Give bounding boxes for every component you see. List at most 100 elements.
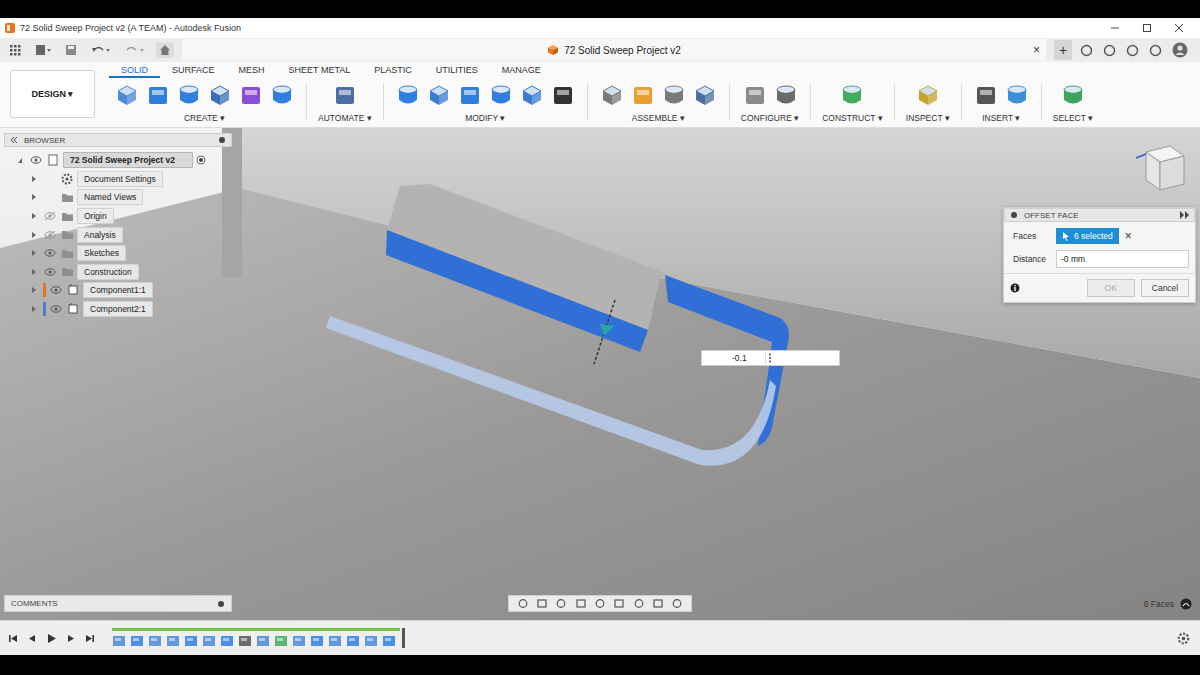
timeline-feature-icon[interactable]	[256, 634, 270, 648]
tool-icon[interactable]	[661, 82, 687, 108]
browser-item[interactable]: Named Views	[4, 188, 232, 207]
nav-tool-icon[interactable]	[594, 598, 606, 609]
timeline-feature-icon[interactable]	[148, 634, 162, 648]
browser-item[interactable]: Sketches	[4, 244, 232, 263]
pin-icon[interactable]	[217, 600, 225, 608]
distance-input[interactable]: -0.1	[701, 350, 840, 366]
playback-icon[interactable]	[27, 633, 38, 644]
collapse-icon[interactable]	[10, 136, 18, 144]
tool-icon[interactable]	[773, 82, 799, 108]
more-icon[interactable]	[766, 352, 774, 364]
expand-dialog-icon[interactable]	[1180, 211, 1189, 219]
save-button[interactable]	[62, 42, 80, 58]
tool-icon[interactable]	[207, 82, 233, 108]
browser-item-label[interactable]: Named Views	[77, 189, 143, 205]
info-icon[interactable]	[1010, 283, 1020, 293]
expand-icon[interactable]	[32, 176, 36, 182]
expand-icon[interactable]	[32, 269, 36, 275]
toolbar-tab[interactable]: PLASTIC	[362, 65, 424, 78]
dialog-button[interactable]: Cancel	[1141, 279, 1189, 297]
tool-group-label[interactable]: ASSEMBLE ▾	[632, 113, 685, 126]
timeline-feature-icon[interactable]	[274, 634, 288, 648]
new-tab-button[interactable]: +	[1054, 40, 1072, 60]
tool-group-label[interactable]: CREATE ▾	[184, 113, 225, 126]
pin-icon[interactable]	[1010, 211, 1018, 219]
eye-hidden-icon[interactable]	[44, 230, 56, 240]
help-icon[interactable]	[1149, 44, 1162, 57]
expand-icon[interactable]	[32, 250, 36, 256]
tool-icon[interactable]	[742, 82, 768, 108]
tool-icon[interactable]	[332, 82, 358, 108]
expand-icon[interactable]	[32, 287, 36, 293]
tool-group-label[interactable]: CONSTRUCT ▾	[822, 113, 883, 126]
tool-group-label[interactable]: INSERT ▾	[982, 113, 1020, 126]
tool-group-label[interactable]: INSPECT ▾	[906, 113, 950, 126]
tool-icon[interactable]	[915, 82, 941, 108]
tool-icon[interactable]	[269, 82, 295, 108]
browser-item[interactable]: Component1:1	[4, 281, 232, 300]
browser-item[interactable]: Analysis	[4, 225, 232, 244]
eye-icon[interactable]	[30, 155, 42, 165]
expand-icon[interactable]	[32, 232, 36, 238]
clear-selection-button[interactable]: ×	[1125, 229, 1132, 243]
home-button[interactable]	[156, 42, 174, 58]
toolbar-tab[interactable]: SURFACE	[160, 65, 227, 78]
eye-hidden-icon[interactable]	[44, 211, 56, 221]
browser-item-label[interactable]: Sketches	[77, 245, 126, 261]
distance-field[interactable]: -0 mm	[1056, 250, 1189, 268]
nav-tool-icon[interactable]	[575, 598, 587, 609]
tool-icon[interactable]	[395, 82, 421, 108]
timeline-feature-icon[interactable]	[292, 634, 306, 648]
tool-icon[interactable]	[519, 82, 545, 108]
toolbar-tab[interactable]: UTILITIES	[424, 65, 490, 78]
tool-icon[interactable]	[599, 82, 625, 108]
settings-gear-icon[interactable]	[1177, 632, 1190, 645]
eye-icon[interactable]	[44, 248, 56, 258]
tool-icon[interactable]	[145, 82, 171, 108]
playback-icon[interactable]	[46, 633, 57, 644]
canvas[interactable]: BROWSER72 Solid Sweep Project v2Document…	[0, 128, 1200, 620]
expand-icon[interactable]	[32, 194, 36, 200]
document-tab[interactable]: 72 Solid Sweep Project v2×	[182, 39, 1046, 61]
timeline-feature-icon[interactable]	[364, 634, 378, 648]
timeline-feature-icon[interactable]	[310, 634, 324, 648]
timeline-feature-icon[interactable]	[220, 634, 234, 648]
comments-bar[interactable]: COMMENTS	[4, 595, 232, 612]
faces-selection-button[interactable]: 6 selected	[1056, 228, 1119, 244]
job-status-icon[interactable]	[1103, 44, 1116, 57]
tool-group-label[interactable]: CONFIGURE ▾	[741, 113, 799, 126]
browser-item-label[interactable]: Component2:1	[83, 301, 153, 317]
avatar-icon[interactable]	[1172, 42, 1188, 58]
timeline-feature-icon[interactable]	[166, 634, 180, 648]
expand-icon[interactable]	[18, 158, 22, 163]
browser-item[interactable]: Component2:1	[4, 300, 232, 319]
display-settings-icon[interactable]	[1180, 598, 1192, 610]
tool-icon[interactable]	[426, 82, 452, 108]
timeline-feature-icon[interactable]	[382, 634, 396, 648]
timeline-feature-icon[interactable]	[328, 634, 342, 648]
distance-input-value[interactable]: -0.1	[702, 351, 766, 365]
tool-icon[interactable]	[973, 82, 999, 108]
tool-icon[interactable]	[692, 82, 718, 108]
tool-group-label[interactable]: SELECT ▾	[1053, 113, 1093, 126]
eye-icon[interactable]	[44, 267, 56, 277]
tool-icon[interactable]	[114, 82, 140, 108]
playback-icon[interactable]	[84, 633, 95, 644]
maximize-icon[interactable]	[1142, 23, 1152, 33]
playback-icon[interactable]	[65, 633, 76, 644]
file-button[interactable]	[32, 42, 54, 58]
tool-icon[interactable]	[457, 82, 483, 108]
browser-item-label[interactable]: Component1:1	[83, 282, 153, 298]
timeline-feature-icon[interactable]	[238, 634, 252, 648]
timeline-feature-icon[interactable]	[130, 634, 144, 648]
browser-item-label[interactable]: Origin	[77, 208, 114, 224]
nav-tool-icon[interactable]	[536, 598, 548, 609]
model-view[interactable]	[0, 128, 1200, 620]
expand-icon[interactable]	[32, 306, 36, 312]
notifications-icon[interactable]	[1126, 44, 1139, 57]
extensions-icon[interactable]	[1080, 44, 1093, 57]
tool-group-label[interactable]: AUTOMATE ▾	[318, 113, 372, 126]
pin-icon[interactable]	[218, 136, 226, 144]
timeline-feature-icon[interactable]	[112, 634, 126, 648]
tool-icon[interactable]	[839, 82, 865, 108]
